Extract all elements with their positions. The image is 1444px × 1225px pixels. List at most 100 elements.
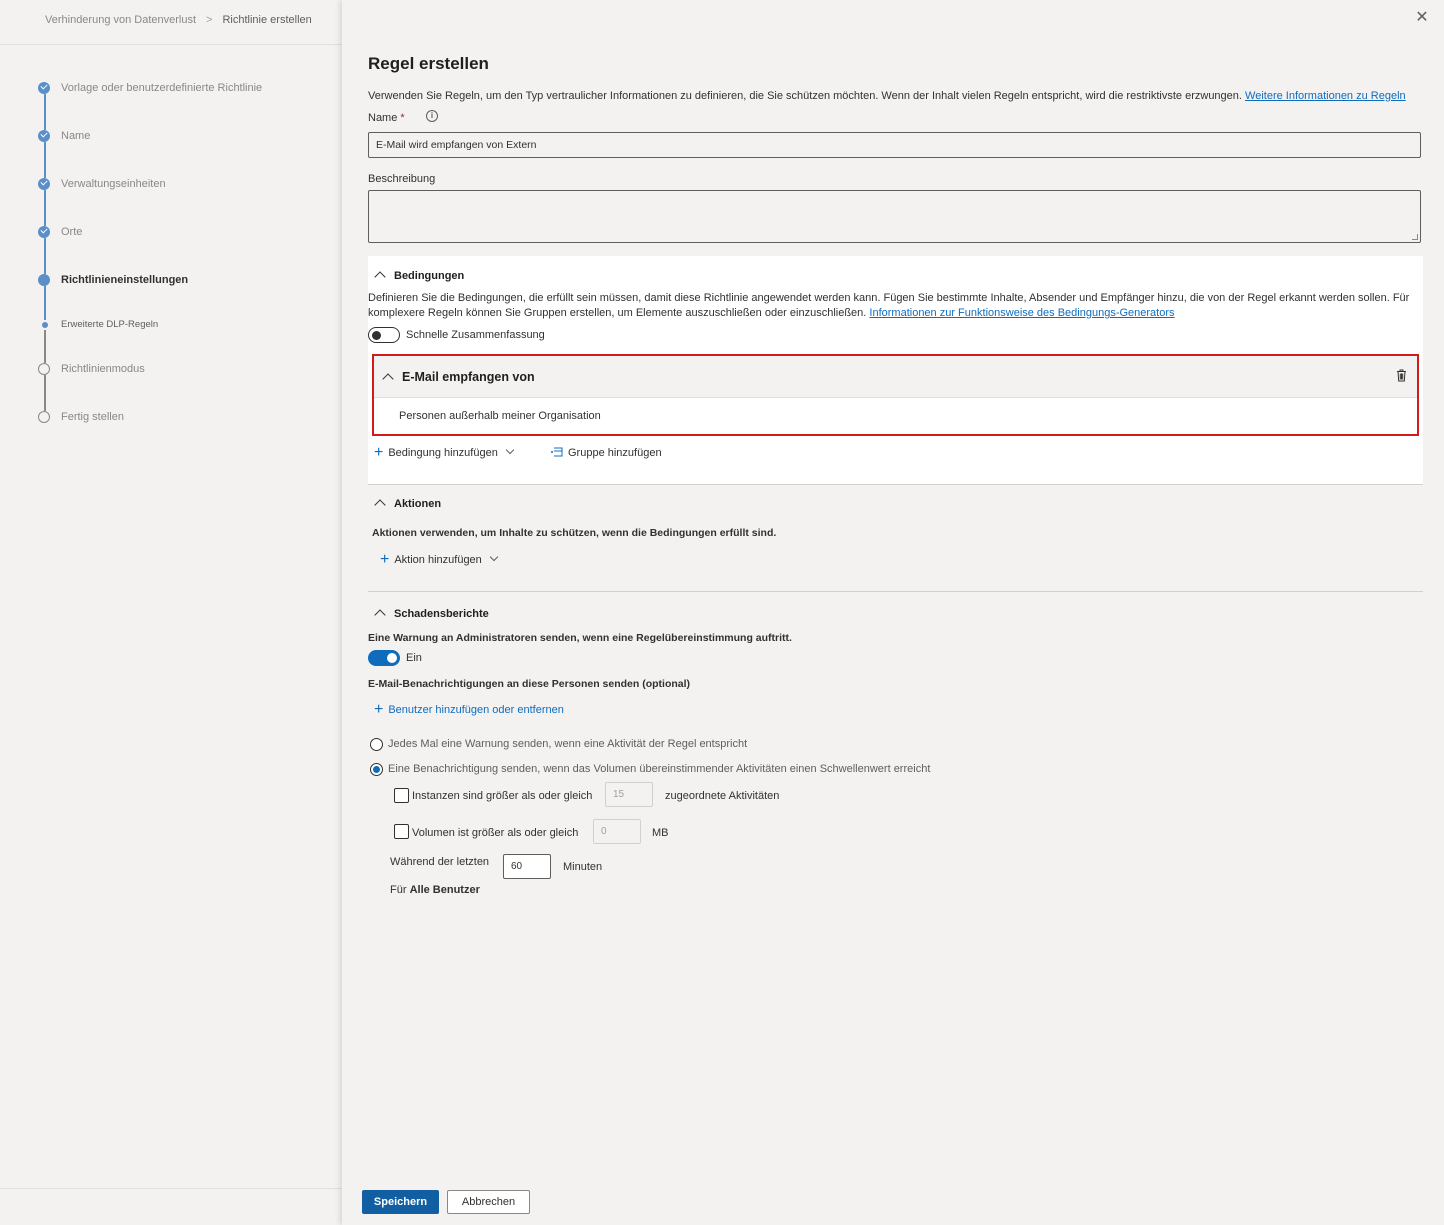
conditions-heading: Bedingungen [394, 270, 465, 282]
step-pending-icon [38, 411, 50, 423]
actions-description: Aktionen verwenden, um Inhalte zu schütz… [372, 527, 777, 539]
resize-handle-icon[interactable] [1412, 234, 1418, 240]
substep-icon [42, 322, 48, 328]
step-name[interactable]: Name [61, 130, 90, 142]
save-button[interactable]: Speichern [362, 1190, 439, 1214]
add-action-button[interactable]: + Aktion hinzufügen [380, 551, 499, 568]
sidebar-divider [0, 44, 342, 45]
actions-section: Aktionen Aktionen verwenden, um Inhalte … [368, 484, 1423, 592]
wizard-sidebar: Verhinderung von Datenverlust > Richtlinie… [0, 0, 342, 1225]
step-connector [44, 375, 46, 411]
actions-toggle[interactable]: Aktionen [374, 498, 442, 511]
step-connector [44, 142, 46, 178]
step-finish[interactable]: Fertig stellen [61, 411, 124, 423]
add-users-label: Benutzer hinzufügen oder entfernen [388, 704, 564, 716]
required-mark: * [400, 112, 405, 124]
add-remove-users-button[interactable]: + Benutzer hinzufügen oder entfernen [374, 701, 564, 718]
intro-text: Verwenden Sie Regeln, um den Typ vertrau… [368, 90, 1406, 102]
panel-footer: Speichern Abbrechen [342, 1188, 1444, 1225]
instances-label: Instanzen sind größer als oder gleich [412, 790, 593, 802]
actions-heading: Aktionen [394, 498, 442, 510]
scope-value: Alle Benutzer [409, 884, 480, 896]
close-icon[interactable]: ✕ [1412, 8, 1432, 28]
volume-input[interactable]: 0 [593, 819, 641, 844]
reports-toggle[interactable]: Schadensberichte [374, 608, 489, 621]
description-textarea[interactable] [368, 190, 1421, 243]
add-condition-button[interactable]: + Bedingung hinzufügen [374, 444, 515, 461]
condition-card-title: E-Mail empfangen von [382, 370, 535, 385]
plus-icon: + [380, 551, 390, 568]
cancel-button[interactable]: Abbrechen [447, 1190, 530, 1214]
alert-every-time-label: Jedes Mal eine Warnung senden, wenn eine… [388, 738, 748, 750]
alert-threshold-radio[interactable] [370, 763, 383, 776]
chevron-down-icon [505, 445, 515, 455]
chevron-up-icon [382, 373, 394, 385]
add-group-button[interactable]: Gruppe hinzufügen [550, 447, 662, 459]
alert-threshold-label: Eine Benachrichtigung senden, wenn das V… [388, 763, 931, 775]
condition-value[interactable]: Personen außerhalb meiner Organisation [399, 410, 601, 422]
step-admin-units[interactable]: Verwaltungseinheiten [61, 178, 166, 190]
volume-checkbox[interactable] [394, 824, 409, 839]
scope-prefix: Für [390, 884, 407, 896]
name-label-text: Name [368, 112, 398, 124]
step-locations[interactable]: Orte [61, 226, 82, 238]
info-icon[interactable]: i [426, 110, 438, 122]
instances-input[interactable]: 15 [605, 782, 653, 807]
step-connector [44, 238, 46, 274]
step-connector [44, 94, 46, 130]
step-done-icon [38, 178, 50, 190]
group-icon [551, 447, 563, 457]
intro-body: Verwenden Sie Regeln, um den Typ vertrau… [368, 90, 1242, 102]
step-pending-icon [38, 363, 50, 375]
breadcrumb: Verhinderung von Datenverlust > Richtlinie… [45, 14, 312, 26]
chevron-up-icon [374, 271, 386, 283]
chevron-down-icon [489, 552, 499, 562]
during-label: Während der letzten [390, 856, 490, 868]
breadcrumb-parent[interactable]: Verhinderung von Datenverlust [45, 14, 196, 26]
condition-builder-link[interactable]: Informationen zur Funktionsweise des Bed… [869, 307, 1174, 319]
sidebar-footer-divider [0, 1188, 342, 1189]
name-label: Name * [368, 112, 405, 124]
step-connector [44, 190, 46, 226]
conditions-toggle[interactable]: Bedingungen [374, 270, 465, 283]
add-action-label: Aktion hinzufügen [394, 554, 482, 566]
add-group-label: Gruppe hinzufügen [568, 447, 662, 459]
step-current-icon [38, 274, 50, 286]
plus-icon: + [374, 444, 384, 461]
learn-more-rules-link[interactable]: Weitere Informationen zu Regeln [1245, 90, 1406, 102]
step-done-icon [38, 226, 50, 238]
name-input[interactable]: E-Mail wird empfangen von Extern [368, 132, 1421, 158]
reports-heading: Schadensberichte [394, 608, 489, 620]
email-notify-text: E-Mail-Benachrichtigungen an diese Perso… [368, 678, 691, 690]
create-rule-panel: ✕ Regel erstellen Verwenden Sie Regeln, … [342, 0, 1444, 1225]
condition-card-header[interactable]: E-Mail empfangen von [374, 356, 1417, 398]
instances-checkbox[interactable] [394, 788, 409, 803]
step-policy-settings[interactable]: Richtlinieneinstellungen [61, 274, 188, 286]
volume-label: Volumen ist größer als oder gleich [412, 827, 579, 839]
alert-every-time-radio[interactable] [370, 738, 383, 751]
page-title: Regel erstellen [368, 54, 489, 73]
add-condition-label: Bedingung hinzufügen [388, 447, 498, 459]
plus-icon: + [374, 701, 384, 718]
minutes-suffix: Minuten [563, 861, 603, 873]
substep-advanced-dlp-rules[interactable]: Erweiterte DLP-Regeln [61, 319, 158, 330]
breadcrumb-current: Richtlinie erstellen [222, 14, 312, 26]
conditions-section: Bedingungen Definieren Sie die Bedingung… [368, 256, 1423, 484]
quick-summary-toggle[interactable] [368, 327, 400, 343]
step-done-icon [38, 82, 50, 94]
chevron-up-icon [374, 499, 386, 511]
admin-alert-text: Eine Warnung an Administratoren senden, … [368, 632, 792, 644]
step-policy-mode[interactable]: Richtlinienmodus [61, 363, 145, 375]
scope-text: Für Alle Benutzer [390, 884, 480, 896]
quick-summary-label: Schnelle Zusammenfassung [406, 329, 545, 341]
instances-suffix: zugeordnete Aktivitäten [665, 790, 780, 802]
description-label: Beschreibung [368, 173, 436, 185]
step-template[interactable]: Vorlage oder benutzerdefinierte Richtlin… [61, 82, 262, 94]
step-connector [44, 330, 46, 363]
admin-alert-toggle[interactable] [368, 650, 400, 666]
minutes-input[interactable]: 60 [503, 854, 551, 879]
breadcrumb-separator: > [206, 14, 213, 26]
condition-title-text: E-Mail empfangen von [402, 370, 535, 384]
delete-icon[interactable] [1396, 369, 1407, 382]
admin-alert-toggle-label: Ein [406, 652, 422, 664]
